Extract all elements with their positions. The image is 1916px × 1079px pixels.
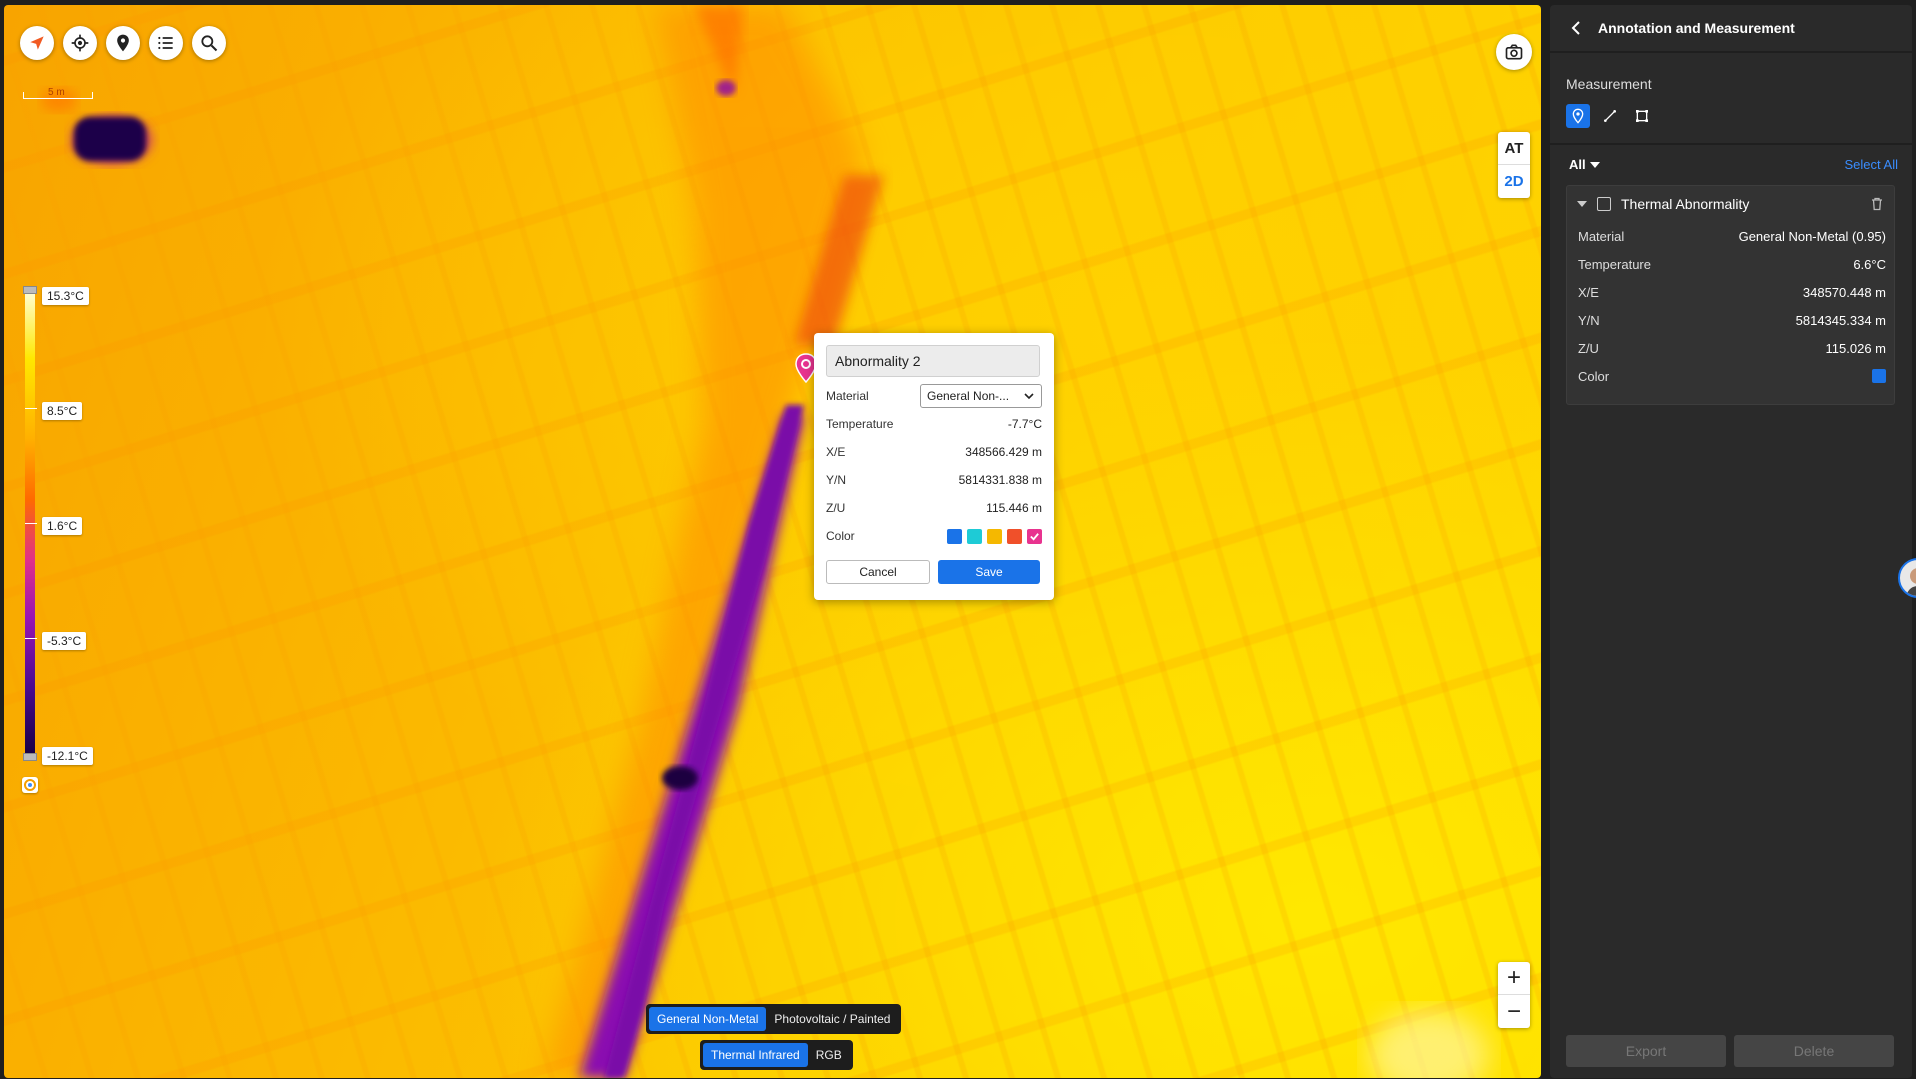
xe-value: 348566.429 m [965, 445, 1042, 459]
zoom-in-button[interactable]: + [1498, 962, 1530, 995]
trash-icon [1872, 197, 1882, 211]
color-swatch[interactable] [967, 528, 982, 544]
screenshot-button[interactable] [1496, 34, 1532, 70]
temperature-value: -7.7°C [1007, 417, 1042, 431]
list-button[interactable] [149, 26, 183, 60]
pin-icon [117, 34, 129, 52]
item-color-swatch [1872, 369, 1886, 383]
divider [1550, 143, 1912, 145]
color-swatches [947, 528, 1042, 544]
legend-label-max: 15.3°C [42, 287, 89, 305]
delete-item-button[interactable] [1870, 197, 1884, 211]
legend-min-handle[interactable] [23, 753, 37, 761]
zu-value: 115.446 m [986, 501, 1042, 515]
material-label: Material [826, 389, 869, 403]
legend-label: -5.3°C [42, 632, 87, 650]
pin-button[interactable] [106, 26, 140, 60]
yn-value: 5814331.838 m [958, 473, 1042, 487]
point-measure-button[interactable] [1566, 104, 1590, 128]
camera-icon [1505, 44, 1523, 60]
back-button[interactable] [1570, 21, 1582, 35]
mode-option-thermal[interactable]: Thermal Infrared [703, 1043, 808, 1067]
annotation-panel: Annotation and Measurement Measurement A… [1550, 5, 1912, 1078]
material-toggle: General Non-Metal Photovoltaic / Painted [646, 1004, 902, 1034]
zoom-control: + − [1498, 962, 1530, 1028]
color-swatch[interactable] [947, 528, 962, 544]
color-swatch[interactable] [1007, 528, 1022, 544]
pin-icon [1572, 108, 1584, 124]
caret-down-icon [1589, 161, 1600, 168]
item-title: Thermal Abnormality [1621, 196, 1750, 212]
material-select[interactable]: General Non-... [920, 384, 1042, 408]
legend-label: 8.5°C [42, 402, 83, 420]
filter-dropdown[interactable]: All [1569, 157, 1600, 172]
item-temperature-label: Temperature [1578, 256, 1651, 272]
locate-button[interactable] [63, 26, 97, 60]
search-button[interactable] [192, 26, 226, 60]
item-xe-label: X/E [1578, 284, 1599, 300]
color-label: Color [826, 529, 855, 543]
select-all-link[interactable]: Select All [1845, 157, 1898, 172]
color-swatch[interactable] [1027, 528, 1042, 544]
material-option-photovoltaic[interactable]: Photovoltaic / Painted [766, 1007, 898, 1031]
item-yn-label: Y/N [1578, 312, 1600, 328]
chevron-left-icon [1571, 21, 1580, 35]
item-zu-value: 115.026 m [1825, 340, 1886, 356]
annotation-name-input[interactable]: Abnormality 2 [826, 345, 1040, 377]
polygon-icon [1636, 110, 1648, 122]
section-title: Measurement [1566, 76, 1652, 92]
imaging-mode-toggle: Thermal Infrared RGB [700, 1040, 853, 1070]
locate-icon [71, 34, 89, 52]
collapse-icon[interactable] [1577, 200, 1587, 208]
chevron-down-icon [1024, 393, 1034, 400]
item-material-value: General Non-Metal (0.95) [1738, 228, 1886, 244]
view-2d-button[interactable]: 2D [1498, 165, 1530, 198]
palette-icon[interactable] [22, 777, 38, 793]
panel-title: Annotation and Measurement [1598, 20, 1795, 36]
thermal-imagery [41, 5, 1489, 1078]
annotation-item: Thermal Abnormality Material General Non-… [1566, 185, 1895, 405]
legend-label: 1.6°C [42, 517, 83, 535]
yn-label: Y/N [826, 473, 847, 487]
line-icon [1604, 110, 1616, 122]
item-yn-value: 5814345.334 m [1795, 312, 1886, 328]
legend-label-min: -12.1°C [42, 747, 93, 765]
item-xe-value: 348570.448 m [1802, 284, 1886, 300]
zu-label: Z/U [826, 501, 846, 515]
item-checkbox[interactable] [1597, 197, 1611, 211]
xe-label: X/E [826, 445, 846, 459]
thermal-map[interactable]: 5 m AT 2D + − 15.3°C 8.5°C 1.6°C -5.3°C … [4, 5, 1541, 1078]
material-select-value: General Non-... [927, 389, 1010, 403]
legend-tick [25, 408, 37, 409]
item-material-label: Material [1578, 228, 1625, 244]
scale-label: 5 m [48, 87, 65, 98]
view-at-button[interactable]: AT [1498, 132, 1530, 165]
item-zu-label: Z/U [1578, 340, 1599, 356]
item-color-label: Color [1578, 368, 1610, 384]
legend-tick [25, 638, 37, 639]
list-icon [158, 36, 173, 50]
material-option-general[interactable]: General Non-Metal [649, 1007, 767, 1031]
compass-button[interactable] [20, 26, 54, 60]
legend-max-handle[interactable] [23, 286, 37, 294]
delete-button[interactable]: Delete [1734, 1035, 1894, 1067]
color-swatch[interactable] [987, 528, 1002, 544]
export-button[interactable]: Export [1566, 1035, 1726, 1067]
mode-option-rgb[interactable]: RGB [808, 1043, 850, 1067]
check-icon [1030, 532, 1039, 541]
legend-tick [25, 523, 37, 524]
cancel-button[interactable]: Cancel [826, 560, 930, 584]
temperature-label: Temperature [826, 417, 894, 431]
annotation-edit-popup: Abnormality 2 Material General Non-... T… [814, 333, 1054, 600]
line-measure-button[interactable] [1598, 104, 1622, 128]
view-mode-toggle: AT 2D [1498, 132, 1530, 198]
zoom-out-button[interactable]: − [1498, 995, 1530, 1028]
item-temperature-value: 6.6°C [1853, 256, 1886, 272]
search-icon [201, 35, 218, 52]
compass-icon [30, 36, 44, 50]
filter-value: All [1569, 157, 1586, 172]
area-measure-button[interactable] [1630, 104, 1654, 128]
save-button[interactable]: Save [938, 560, 1040, 584]
